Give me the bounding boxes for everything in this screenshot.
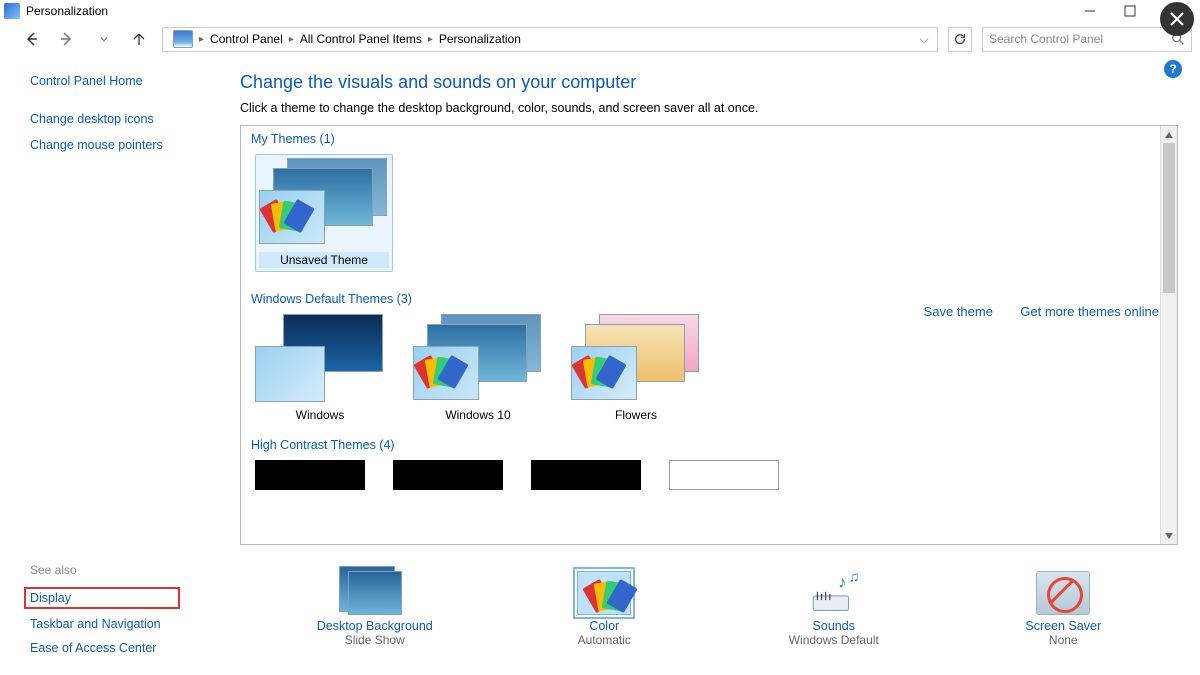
sidebar-link-desktop-icons[interactable]: Change desktop icons bbox=[30, 112, 210, 126]
link-display[interactable]: Display bbox=[30, 591, 174, 605]
breadcrumb-control-panel[interactable]: Control Panel bbox=[208, 32, 285, 46]
address-bar[interactable]: ▸ Control Panel ▸ All Control Panel Item… bbox=[162, 27, 938, 52]
theme-flowers[interactable]: Flowers bbox=[571, 314, 701, 422]
page-heading: Change the visuals and sounds on your co… bbox=[240, 72, 1178, 93]
minimize-button[interactable] bbox=[1070, 0, 1110, 22]
scroll-down-arrow[interactable] bbox=[1161, 527, 1177, 544]
vertical-scrollbar[interactable] bbox=[1160, 126, 1177, 544]
search-input[interactable]: Search Control Panel bbox=[982, 27, 1192, 52]
theme-windows10[interactable]: Windows 10 bbox=[413, 314, 543, 422]
scroll-thumb[interactable] bbox=[1163, 143, 1175, 293]
svg-text:♪: ♪ bbox=[838, 573, 846, 592]
highlight-display: Display bbox=[24, 587, 180, 609]
theme-high-contrast-4[interactable] bbox=[669, 460, 779, 490]
link-get-more-themes[interactable]: Get more themes online bbox=[1020, 304, 1159, 319]
see-also: See also Display Taskbar and Navigation … bbox=[30, 563, 220, 665]
sounds-icon: ♪ ♫ bbox=[807, 571, 861, 615]
breadcrumb-all-items[interactable]: All Control Panel Items bbox=[298, 32, 424, 46]
quick-title: Sounds bbox=[749, 619, 919, 633]
address-dropdown[interactable]: ⌵ bbox=[915, 32, 933, 47]
theme-label: Flowers bbox=[571, 408, 701, 422]
link-ease-of-access[interactable]: Ease of Access Center bbox=[30, 641, 220, 655]
sidebar-link-mouse-pointers[interactable]: Change mouse pointers bbox=[30, 138, 210, 152]
theme-high-contrast-1[interactable] bbox=[255, 460, 365, 490]
app-icon bbox=[4, 3, 20, 19]
theme-high-contrast-2[interactable] bbox=[393, 460, 503, 490]
scroll-up-arrow[interactable] bbox=[1161, 126, 1177, 143]
quick-sounds[interactable]: ♪ ♫ Sounds Windows Default bbox=[749, 571, 919, 647]
link-save-theme[interactable]: Save theme bbox=[924, 304, 993, 319]
chevron-right-icon[interactable]: ▸ bbox=[195, 34, 208, 45]
theme-label: Windows bbox=[255, 408, 385, 422]
search-placeholder: Search Control Panel bbox=[989, 32, 1171, 46]
theme-high-contrast-3[interactable] bbox=[531, 460, 641, 490]
quick-color[interactable]: Color Automatic bbox=[519, 571, 689, 647]
forward-button[interactable] bbox=[52, 27, 82, 51]
quick-subtitle: Windows Default bbox=[749, 633, 919, 647]
refresh-button[interactable] bbox=[948, 27, 972, 52]
theme-label: Unsaved Theme bbox=[259, 252, 389, 268]
quick-title: Desktop Background bbox=[290, 619, 460, 633]
window-title: Personalization bbox=[26, 4, 1070, 18]
theme-windows[interactable]: Windows bbox=[255, 314, 385, 422]
svg-text:♫: ♫ bbox=[848, 571, 859, 585]
quick-title: Color bbox=[519, 619, 689, 633]
breadcrumb-personalization[interactable]: Personalization bbox=[437, 32, 523, 46]
close-button[interactable] bbox=[1160, 2, 1194, 36]
back-button[interactable] bbox=[16, 27, 46, 51]
quick-desktop-background[interactable]: Desktop Background Slide Show bbox=[290, 571, 460, 647]
location-icon bbox=[173, 30, 193, 48]
recent-dropdown[interactable] bbox=[88, 27, 118, 51]
desktop-background-icon bbox=[348, 571, 402, 615]
sidebar-link-home[interactable]: Control Panel Home bbox=[30, 74, 210, 88]
maximize-button[interactable] bbox=[1110, 0, 1150, 22]
up-button[interactable] bbox=[124, 27, 154, 51]
themes-panel: My Themes (1) Unsaved Theme Save theme G… bbox=[240, 125, 1178, 545]
screen-saver-icon bbox=[1036, 571, 1090, 615]
quick-screen-saver[interactable]: Screen Saver None bbox=[978, 571, 1148, 647]
quick-subtitle: None bbox=[978, 633, 1148, 647]
link-taskbar-navigation[interactable]: Taskbar and Navigation bbox=[30, 617, 220, 631]
quick-subtitle: Slide Show bbox=[290, 633, 460, 647]
see-also-header: See also bbox=[30, 563, 220, 577]
group-high-contrast: High Contrast Themes (4) bbox=[241, 432, 1177, 454]
theme-unsaved[interactable]: Unsaved Theme bbox=[255, 154, 393, 272]
theme-label: Windows 10 bbox=[413, 408, 543, 422]
chevron-right-icon[interactable]: ▸ bbox=[285, 34, 298, 45]
page-subtext: Click a theme to change the desktop back… bbox=[240, 101, 1178, 115]
quick-title: Screen Saver bbox=[978, 619, 1148, 633]
quick-subtitle: Automatic bbox=[519, 633, 689, 647]
group-my-themes: My Themes (1) bbox=[241, 126, 1177, 148]
color-icon bbox=[577, 571, 631, 615]
chevron-right-icon[interactable]: ▸ bbox=[424, 34, 437, 45]
